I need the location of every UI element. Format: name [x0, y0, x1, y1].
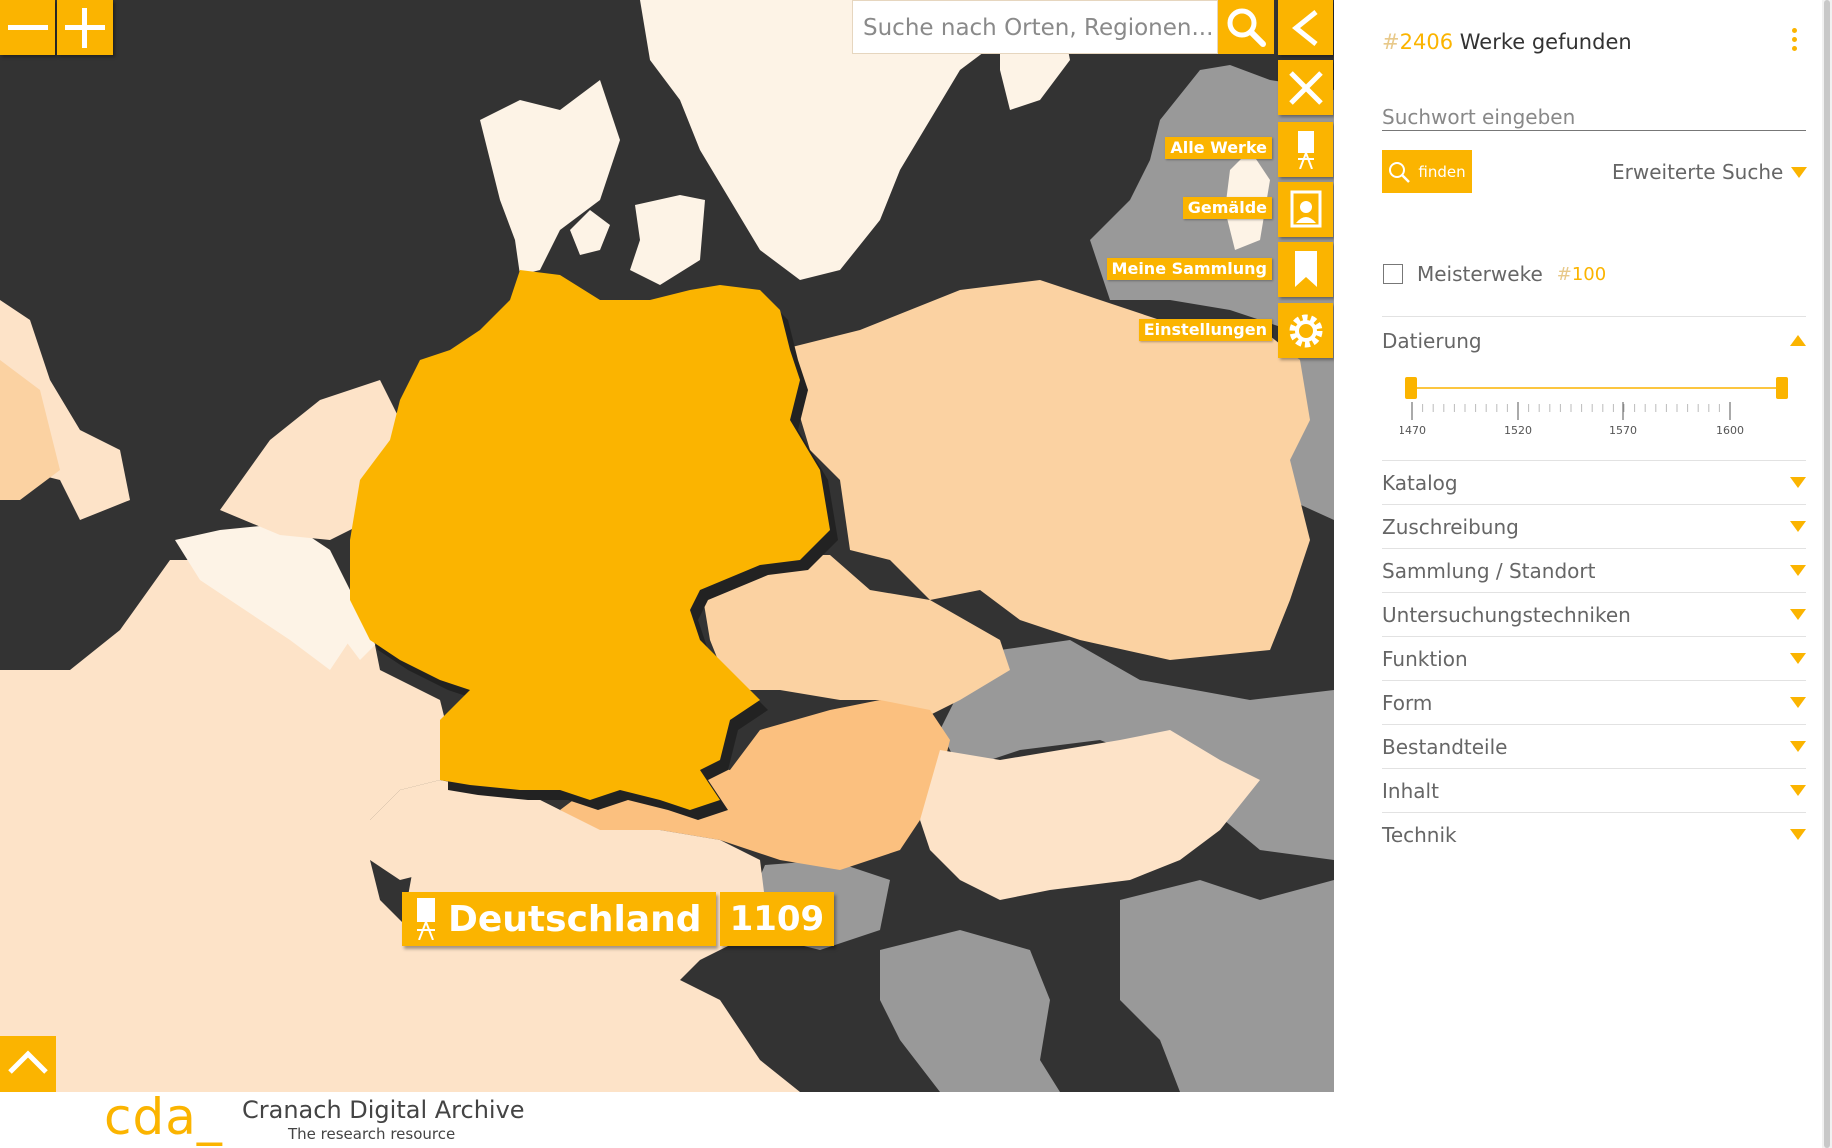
minus-icon — [8, 25, 48, 30]
masterworks-count: 100 — [1571, 263, 1607, 285]
results-number: 2406 — [1399, 30, 1454, 54]
slider-handle-end[interactable] — [1776, 377, 1788, 399]
map-region-hungary[interactable] — [920, 730, 1260, 900]
close-icon — [1289, 71, 1323, 105]
filter-section-label: Bestandteile — [1382, 734, 1508, 759]
scroll-up-button[interactable] — [0, 1036, 56, 1092]
dating-slider[interactable]: 1470 1520 1570 1600 — [1400, 370, 1790, 440]
caret-down-icon — [1790, 741, 1806, 752]
paintings-button[interactable] — [1278, 182, 1333, 237]
caret-down-icon — [1790, 653, 1806, 664]
caret-up-icon — [1790, 335, 1806, 346]
menu-label-my-collection[interactable]: Meine Sammlung — [1106, 258, 1272, 280]
filter-section-label: Funktion — [1382, 646, 1468, 671]
filter-section-label: Sammlung / Standort — [1382, 558, 1596, 583]
brand-title: Cranach Digital Archive — [242, 1096, 525, 1124]
scrollbar-thumb[interactable] — [1824, 0, 1830, 1148]
advanced-search-label: Erweiterte Suche — [1612, 160, 1784, 184]
caret-down-icon — [1790, 477, 1806, 488]
filter-section-label: Katalog — [1382, 470, 1458, 495]
menu-label-settings[interactable]: Einstellungen — [1138, 319, 1272, 341]
country-tag[interactable]: Deutschland 1109 — [402, 892, 835, 946]
filter-section-header[interactable]: Sammlung / Standort — [1382, 548, 1806, 592]
results-count: #2406 Werke gefunden — [1382, 30, 1632, 54]
slider-tick-label: 1600 — [1716, 424, 1744, 437]
find-button[interactable]: finden — [1382, 150, 1472, 193]
advanced-search-toggle[interactable]: Erweiterte Suche — [1612, 160, 1808, 184]
more-options-icon[interactable] — [1792, 28, 1797, 55]
slider-tick-label: 1570 — [1609, 424, 1637, 437]
filter-section-label: Zuschreibung — [1382, 514, 1519, 539]
search-icon — [1389, 161, 1411, 183]
dating-section-header[interactable]: Datierung — [1382, 316, 1806, 364]
dating-label: Datierung — [1382, 328, 1482, 353]
filter-section-header[interactable]: Inhalt — [1382, 768, 1806, 812]
caret-down-icon — [1791, 166, 1808, 178]
panel-scrollbar[interactable] — [1822, 0, 1832, 1148]
logo[interactable]: cda_ — [104, 1088, 223, 1146]
chevron-left-icon — [1291, 10, 1318, 46]
brand-subtitle: The research resource — [288, 1125, 456, 1143]
gear-icon — [1289, 314, 1323, 348]
my-collection-button[interactable] — [1278, 242, 1333, 297]
filter-section-header[interactable]: Zuschreibung — [1382, 504, 1806, 548]
collapse-panel-button[interactable] — [1278, 0, 1333, 55]
map-search-input[interactable]: Suche nach Orten, Regionen... — [852, 0, 1218, 54]
caret-down-icon — [1790, 609, 1806, 620]
map-region-balkans-west[interactable] — [880, 930, 1060, 1092]
bookmark-icon — [1295, 251, 1317, 287]
caret-down-icon — [1790, 697, 1806, 708]
slider-minor-ticks — [1411, 404, 1731, 412]
menu-label-all-works[interactable]: Alle Werke — [1165, 137, 1272, 159]
all-works-button[interactable] — [1278, 122, 1333, 177]
settings-button[interactable] — [1278, 303, 1333, 358]
painting-icon — [1290, 190, 1322, 228]
filter-section-label: Inhalt — [1382, 778, 1439, 803]
search-icon — [1227, 8, 1266, 47]
keyword-input[interactable] — [1382, 104, 1806, 131]
menu-label-paintings[interactable]: Gemälde — [1182, 197, 1272, 219]
caret-down-icon — [1790, 829, 1806, 840]
masterworks-checkbox[interactable] — [1383, 264, 1403, 284]
easel-icon — [417, 898, 435, 940]
close-button[interactable] — [1278, 60, 1333, 115]
country-count: 1109 — [719, 892, 835, 946]
masterworks-label: Meisterweke — [1417, 262, 1543, 286]
caret-down-icon — [1790, 785, 1806, 796]
slider-handle-start[interactable] — [1405, 377, 1417, 399]
caret-down-icon — [1790, 565, 1806, 576]
find-button-label: finden — [1418, 162, 1466, 181]
masterworks-hash: # — [1556, 263, 1572, 285]
filter-section-header[interactable]: Untersuchungstechniken — [1382, 592, 1806, 636]
filter-section-label: Technik — [1382, 822, 1457, 847]
filter-section-header[interactable]: Form — [1382, 680, 1806, 724]
zoom-in-button[interactable] — [57, 0, 113, 55]
map-region-denmark-island-2[interactable] — [630, 195, 705, 285]
zoom-out-button[interactable] — [0, 0, 55, 55]
map-search-button[interactable] — [1218, 0, 1274, 54]
filter-section-header[interactable]: Funktion — [1382, 636, 1806, 680]
filter-section-header[interactable]: Bestandteile — [1382, 724, 1806, 768]
masterworks-filter[interactable]: Meisterweke # 100 — [1383, 262, 1606, 286]
results-label: Werke gefunden — [1459, 30, 1632, 54]
caret-down-icon — [1790, 521, 1806, 532]
results-hash: # — [1382, 30, 1400, 54]
chevron-up-icon — [8, 1050, 48, 1074]
filter-section-label: Form — [1382, 690, 1433, 715]
plus-icon — [65, 8, 105, 48]
easel-icon — [1298, 131, 1314, 169]
country-tag-name[interactable]: Deutschland — [402, 892, 716, 946]
slider-tick-label: 1470 — [1400, 424, 1426, 437]
filter-section-header[interactable]: Katalog — [1382, 460, 1806, 504]
map-region-balkans-east[interactable] — [1120, 880, 1334, 1092]
slider-tick-label: 1520 — [1504, 424, 1532, 437]
filter-section-header[interactable]: Technik — [1382, 812, 1806, 856]
filter-section-label: Untersuchungstechniken — [1382, 602, 1631, 627]
country-name: Deutschland — [448, 898, 702, 940]
